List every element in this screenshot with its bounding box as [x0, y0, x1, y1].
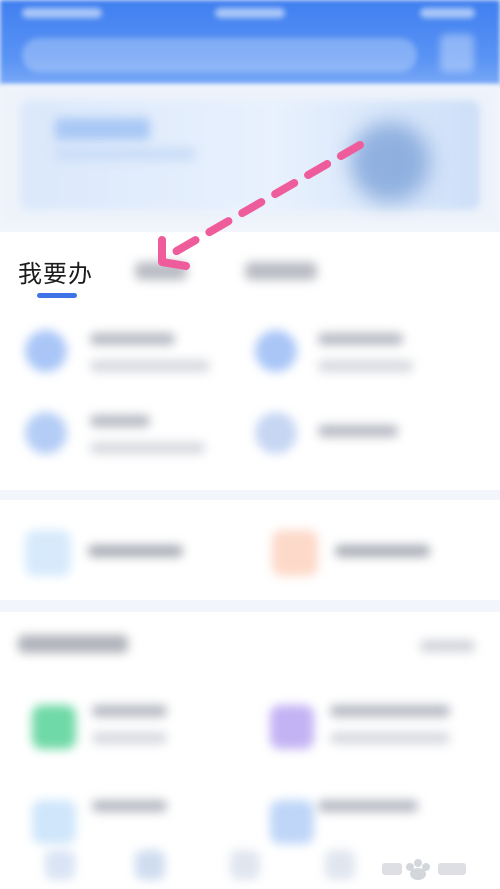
feature-label[interactable] — [318, 800, 418, 812]
feature-label[interactable] — [92, 705, 167, 717]
service-desc — [90, 442, 205, 454]
service-label[interactable] — [90, 415, 150, 427]
service-label[interactable] — [318, 425, 398, 437]
status-bar — [0, 0, 500, 26]
service-icon[interactable] — [25, 330, 67, 372]
watermark-logo-icon — [382, 859, 466, 880]
feature-card — [0, 612, 500, 889]
tab-active-indicator — [37, 293, 77, 298]
scan-icon[interactable] — [440, 34, 474, 72]
quick-link-label[interactable] — [88, 545, 183, 557]
service-icon[interactable] — [255, 330, 297, 372]
feature-label[interactable] — [92, 800, 167, 812]
feature-icon[interactable] — [270, 705, 314, 749]
service-icon[interactable] — [25, 412, 67, 454]
service-label[interactable] — [90, 333, 175, 345]
section-title — [18, 635, 128, 653]
banner-illustration — [350, 122, 430, 202]
nav-profile-icon[interactable] — [325, 850, 355, 880]
tab-second[interactable] — [135, 262, 187, 280]
service-label[interactable] — [318, 333, 403, 345]
quick-link-icon[interactable] — [272, 530, 318, 576]
feature-icon[interactable] — [270, 800, 314, 844]
service-icon[interactable] — [255, 412, 297, 454]
search-input[interactable] — [22, 38, 417, 72]
section-more-link[interactable] — [420, 640, 475, 652]
service-desc — [90, 360, 210, 372]
service-desc — [318, 360, 413, 372]
quick-link-label[interactable] — [335, 545, 430, 557]
tab-third[interactable] — [245, 262, 317, 280]
status-time — [22, 8, 102, 18]
status-carrier — [215, 8, 285, 18]
status-battery — [420, 8, 475, 18]
quick-link-icon[interactable] — [25, 530, 71, 576]
feature-desc — [330, 732, 450, 744]
tab-woyaoban[interactable]: 我要办 — [18, 254, 93, 288]
nav-message-icon[interactable] — [230, 850, 260, 880]
feature-label[interactable] — [330, 705, 450, 717]
feature-icon[interactable] — [32, 800, 76, 844]
feature-desc — [92, 732, 167, 744]
nav-home-icon[interactable] — [45, 850, 75, 880]
banner-subtitle — [55, 148, 195, 160]
nav-service-icon[interactable] — [135, 850, 165, 880]
feature-icon[interactable] — [32, 705, 76, 749]
banner-title — [55, 118, 150, 140]
